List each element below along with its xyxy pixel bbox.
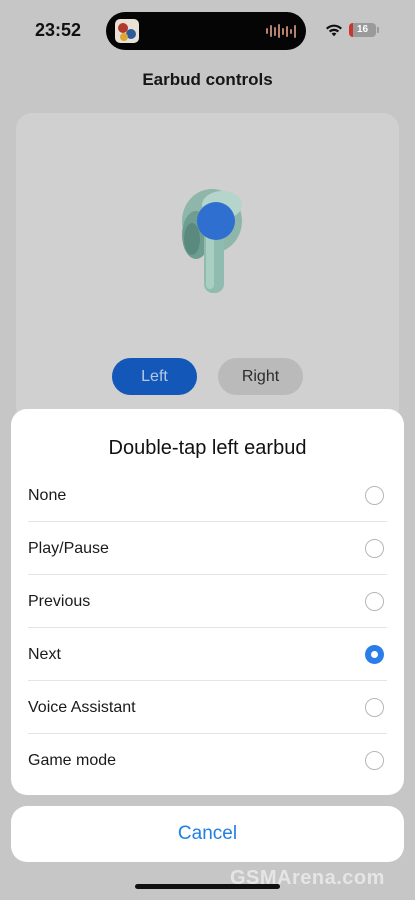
action-sheet-title: Double-tap left earbud [108,437,307,459]
now-playing-app-icon [115,19,139,43]
cancel-button[interactable]: Cancel [11,806,404,862]
option-label: Voice Assistant [28,699,136,716]
radio-button[interactable] [365,592,384,611]
action-sheet: Double-tap left earbud None Play/Pause P… [11,409,404,795]
home-indicator[interactable] [135,884,280,889]
option-play-pause[interactable]: Play/Pause [11,522,404,575]
radio-button[interactable] [365,539,384,558]
battery-icon: 16 [349,23,376,37]
option-voice-assistant[interactable]: Voice Assistant [11,681,404,734]
battery-percent: 16 [356,24,369,35]
wifi-icon [326,24,342,37]
battery-cap [377,27,379,33]
option-label: None [28,487,67,504]
earbud-illustration [182,189,242,293]
option-none[interactable]: None [11,469,404,522]
option-label: Play/Pause [28,540,109,557]
segment-left-button[interactable]: Left [112,358,197,395]
option-next[interactable]: Next [11,628,404,681]
segment-right-button[interactable]: Right [218,358,303,395]
option-previous[interactable]: Previous [11,575,404,628]
radio-button[interactable] [365,698,384,717]
radio-button[interactable] [365,486,384,505]
status-bar: 23:52 16 [0,0,415,62]
page-title: Earbud controls [142,70,273,89]
option-label: Next [28,646,61,663]
option-label: Previous [28,593,91,610]
status-time: 23:52 [35,20,82,40]
audio-waveform-icon [266,24,296,38]
option-label: Game mode [28,752,117,769]
radio-button-selected[interactable] [365,645,384,664]
radio-button[interactable] [365,751,384,770]
dynamic-island[interactable] [106,12,306,50]
earbud-preview-card: Left Right [16,113,399,423]
option-game-mode[interactable]: Game mode [11,734,404,787]
